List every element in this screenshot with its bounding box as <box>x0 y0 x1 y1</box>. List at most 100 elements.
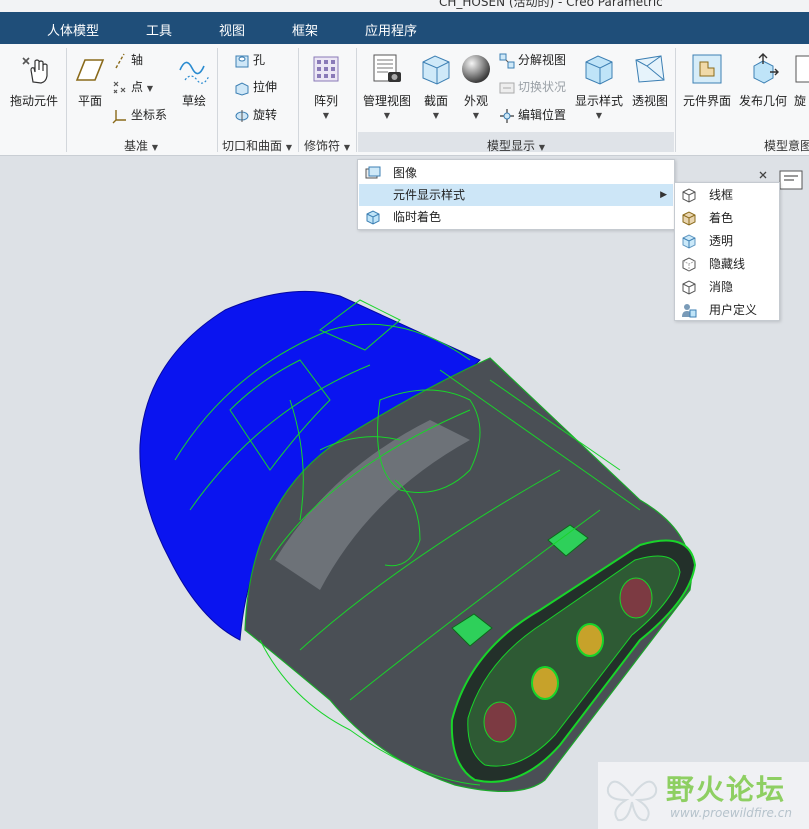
menu-item-component-display-style[interactable]: 元件显示样式 ▶ <box>359 184 673 206</box>
submenu-item-no-hidden[interactable]: 消隐 <box>676 276 778 298</box>
tab-mannequin[interactable]: 人体模型 <box>47 20 99 39</box>
csys-button[interactable]: 坐标系 <box>112 105 167 125</box>
component-interface-label: 元件界面 <box>682 94 731 108</box>
publish-geometry-icon <box>753 53 779 84</box>
chevron-down-icon: ▼ <box>432 111 440 120</box>
submenu-item-user-defined[interactable]: 用户定义 <box>676 299 778 321</box>
no-hidden-cube-icon <box>682 280 696 295</box>
cut-surface-group-label[interactable]: 切口和曲面 ▼ <box>222 137 292 154</box>
group-separator <box>217 48 218 152</box>
tab-tools[interactable]: 工具 <box>146 20 172 39</box>
menu-item-image-label: 图像 <box>393 166 418 180</box>
manage-views-button[interactable]: 管理视图 ▼ <box>360 50 414 130</box>
group-separator <box>298 48 299 152</box>
pattern-icon <box>313 56 339 82</box>
watermark: 野火论坛 www.proewildfire.cn <box>598 762 809 829</box>
chevron-down-icon: ▼ <box>322 111 330 120</box>
section-icon <box>422 55 450 85</box>
toggle-status-icon <box>499 82 515 93</box>
group-separator <box>66 48 67 152</box>
publish-geometry-button[interactable]: 发布几何 <box>738 50 788 130</box>
contact-pin <box>619 577 653 619</box>
menu-item-component-display-style-label: 元件显示样式 <box>393 188 466 202</box>
submenu-item-hidden-line-label: 隐藏线 <box>709 257 746 271</box>
ribbon: 拖动元件 平面 轴 点 ▼ 坐标系 草绘 基准 ▼ 孔 拉伸 旋转 切口和曲面 … <box>0 44 809 156</box>
perspective-button[interactable]: 透视图 <box>630 50 670 130</box>
submenu-item-no-hidden-label: 消隐 <box>709 280 734 294</box>
point-label: 点 <box>131 80 144 94</box>
display-style-label: 显示样式 <box>574 94 623 108</box>
submenu-item-wireframe-label: 线框 <box>709 188 734 202</box>
point-icon <box>113 81 126 93</box>
edit-position-button[interactable]: 编辑位置 <box>499 105 566 125</box>
display-style-dropdown-menu: 图像 元件显示样式 ▶ 临时着色 <box>357 159 675 230</box>
plane-icon <box>75 59 105 81</box>
edit-position-icon <box>500 108 514 123</box>
model-display-group-label[interactable]: 模型显示 ▼ <box>487 137 545 154</box>
axis-icon <box>115 53 125 68</box>
appearance-button[interactable]: 外观 ▼ <box>458 50 494 130</box>
chevron-down-icon: ▼ <box>595 111 603 120</box>
submenu-item-transparent[interactable]: 透明 <box>676 230 778 252</box>
section-button[interactable]: 截面 ▼ <box>418 50 454 130</box>
axis-button[interactable]: 轴 <box>112 50 143 70</box>
menu-item-image[interactable]: 图像 <box>359 162 673 184</box>
extrude-button[interactable]: 拉伸 <box>234 77 277 97</box>
submenu-item-shading[interactable]: 着色 <box>676 207 778 229</box>
sketch-label: 草绘 <box>181 94 206 108</box>
rotate-partial-button[interactable]: 旋 <box>794 50 809 130</box>
drag-component-button[interactable]: 拖动元件 <box>4 50 64 130</box>
submenu-item-shading-label: 着色 <box>709 211 734 225</box>
tab-applications[interactable]: 应用程序 <box>365 20 417 39</box>
contact-pin <box>531 666 559 700</box>
tab-view[interactable]: 视图 <box>219 20 245 39</box>
edit-position-label: 编辑位置 <box>518 108 567 122</box>
pattern-label: 阵列 <box>313 94 338 108</box>
group-separator <box>675 48 676 152</box>
contact-pin <box>576 623 604 657</box>
appearance-label: 外观 <box>463 94 488 108</box>
plane-button[interactable]: 平面 <box>70 50 110 130</box>
tab-framework[interactable]: 框架 <box>292 20 318 39</box>
axis-label: 轴 <box>131 53 144 67</box>
model-intent-group-label[interactable]: 模型意图 <box>764 137 809 154</box>
component-display-style-submenu: 线框 着色 透明 隐藏线 消隐 用户定义 <box>674 182 780 321</box>
watermark-title: 野火论坛 <box>666 773 787 806</box>
submenu-item-wireframe[interactable]: 线框 <box>676 184 778 206</box>
chevron-down-icon: ▼ <box>472 111 480 120</box>
toggle-status-button[interactable]: 切换状况 <box>499 77 566 97</box>
modifiers-group-label[interactable]: 修饰符 ▼ <box>304 137 350 154</box>
menu-item-temporary-shade-label: 临时着色 <box>393 210 442 224</box>
shaded-cube-icon <box>682 211 696 226</box>
extrude-icon <box>235 81 249 96</box>
component-interface-button[interactable]: 元件界面 <box>680 50 734 130</box>
shaded-cube-icon <box>366 210 380 225</box>
point-button[interactable]: 点 ▼ <box>112 77 153 97</box>
menu-item-temporary-shade[interactable]: 临时着色 <box>359 206 673 228</box>
datum-group-label[interactable]: 基准 ▼ <box>124 137 158 154</box>
csys-label: 坐标系 <box>131 108 168 122</box>
perspective-label: 透视图 <box>631 94 668 108</box>
manage-views-icon <box>373 54 401 82</box>
submenu-item-hidden-line[interactable]: 隐藏线 <box>676 253 778 275</box>
publish-geometry-label: 发布几何 <box>738 94 787 108</box>
explode-view-button[interactable]: 分解视图 <box>499 50 566 70</box>
transparent-cube-icon <box>682 234 696 249</box>
extrude-label: 拉伸 <box>253 80 278 94</box>
hole-label: 孔 <box>253 53 266 67</box>
manage-views-label: 管理视图 <box>362 94 411 108</box>
display-style-cube-icon <box>585 55 613 85</box>
hole-icon <box>235 55 249 67</box>
wireframe-cube-icon <box>682 188 696 203</box>
pattern-button[interactable]: 阵列 ▼ <box>306 50 346 130</box>
revolve-button[interactable]: 旋转 <box>234 105 277 125</box>
hole-button[interactable]: 孔 <box>234 50 265 70</box>
plane-label: 平面 <box>77 94 102 108</box>
section-label: 截面 <box>423 94 448 108</box>
submenu-item-transparent-label: 透明 <box>709 234 734 248</box>
watermark-url: www.proewildfire.cn <box>670 806 792 820</box>
sketch-button[interactable]: 草绘 <box>174 50 214 130</box>
display-style-button[interactable]: 显示样式 ▼ <box>574 50 624 130</box>
butterfly-logo-icon <box>606 780 658 822</box>
title-bar: CH_HOSEN (活动的) - Creo Parametric <box>0 0 809 12</box>
